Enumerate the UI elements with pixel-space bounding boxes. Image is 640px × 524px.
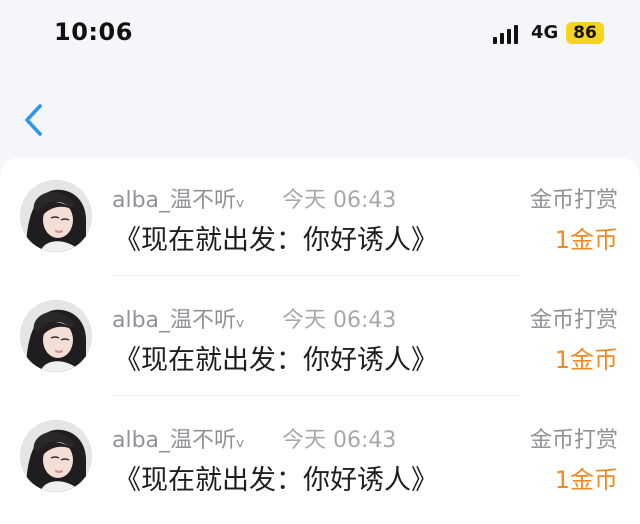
status-bar: 10:06 4G 86 bbox=[0, 0, 640, 70]
list-item[interactable]: alba_温不听ᵥ 今天 06:43 《现在就出发：你好诱人》 金币打赏 1金币 bbox=[0, 278, 640, 396]
divider bbox=[112, 395, 520, 396]
reward-label: 金币打赏 bbox=[529, 428, 618, 453]
avatar[interactable] bbox=[20, 420, 92, 492]
message-text: 《现在就出发：你好诱人》 bbox=[114, 225, 438, 256]
username[interactable]: alba_温不听ᵥ bbox=[112, 302, 245, 334]
network-type: 4G bbox=[531, 22, 559, 43]
avatar-photo bbox=[20, 300, 92, 372]
timestamp: 今天 06:43 bbox=[282, 428, 397, 453]
reward-list: alba_温不听ᵥ 今天 06:43 《现在就出发：你好诱人》 金币打赏 1金币… bbox=[0, 158, 640, 524]
avatar[interactable] bbox=[20, 180, 92, 252]
username[interactable]: alba_温不听ᵥ bbox=[112, 182, 245, 214]
battery-level: 86 bbox=[566, 22, 604, 44]
reward-amount: 1金币 bbox=[554, 466, 618, 494]
avatar[interactable] bbox=[20, 300, 92, 372]
nav-bar bbox=[0, 70, 640, 156]
signal-strength-icon bbox=[493, 25, 518, 44]
reward-label: 金币打赏 bbox=[529, 308, 618, 333]
list-item[interactable]: alba_温不听ᵥ 今天 06:43 《现在就出发：你好诱人》 金币打赏 1金币 bbox=[0, 158, 640, 276]
reward-amount: 1金币 bbox=[554, 226, 618, 254]
avatar-photo bbox=[20, 180, 92, 252]
avatar-photo bbox=[20, 420, 92, 492]
status-time: 10:06 bbox=[54, 18, 133, 46]
back-button[interactable] bbox=[18, 100, 52, 140]
message-text: 《现在就出发：你好诱人》 bbox=[114, 345, 438, 376]
username[interactable]: alba_温不听ᵥ bbox=[112, 422, 245, 454]
timestamp: 今天 06:43 bbox=[282, 308, 397, 333]
chevron-left-icon bbox=[25, 104, 42, 136]
divider bbox=[112, 275, 520, 276]
reward-amount: 1金币 bbox=[554, 346, 618, 374]
message-text: 《现在就出发：你好诱人》 bbox=[114, 465, 438, 496]
reward-label: 金币打赏 bbox=[529, 188, 618, 213]
timestamp: 今天 06:43 bbox=[282, 188, 397, 213]
list-item[interactable]: alba_温不听ᵥ 今天 06:43 《现在就出发：你好诱人》 金币打赏 1金币 bbox=[0, 398, 640, 516]
